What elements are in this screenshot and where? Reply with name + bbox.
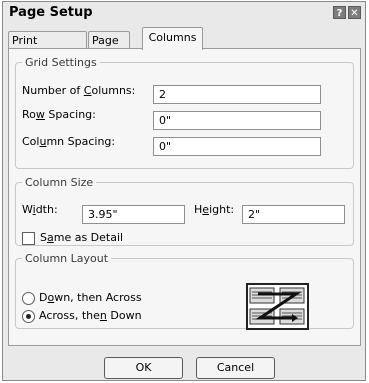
cancel-button[interactable]: Cancel [196, 357, 275, 379]
grid-settings-group: Grid Settings Number of Columns: Row Spa… [15, 56, 354, 169]
down-then-across-radio[interactable] [22, 292, 35, 305]
same-as-detail-label: Same as Detail [40, 231, 124, 244]
column-layout-group: Column Layout Down, then Across Across, … [15, 252, 354, 330]
column-layout-legend: Column Layout [25, 252, 109, 265]
tab-print-options[interactable]: Print Options [8, 31, 87, 64]
same-as-detail-checkbox[interactable] [22, 232, 35, 245]
column-size-legend: Column Size [25, 176, 94, 189]
grid-settings-legend: Grid Settings [25, 56, 97, 69]
column-size-group: Column Size Width: Height: Same as Detai… [15, 176, 354, 246]
ok-button[interactable]: OK [104, 357, 183, 379]
layout-preview-graphic [249, 287, 305, 325]
width-label: Width: [22, 203, 58, 216]
height-input[interactable] [242, 205, 345, 224]
down-then-across-label: Down, then Across [39, 291, 142, 304]
row-spacing-label: Row Spacing: [22, 108, 96, 121]
tab-columns[interactable]: Columns [142, 27, 203, 50]
title-bar: Page Setup ? ✕ [3, 2, 365, 24]
across-then-down-icon [246, 283, 309, 330]
height-label: Height: [194, 203, 235, 216]
number-of-columns-label: Number of Columns: [22, 84, 136, 97]
tab-page[interactable]: Page [88, 31, 130, 49]
across-then-down-radio[interactable] [22, 310, 35, 323]
across-then-down-label: Across, then Down [39, 309, 142, 322]
column-spacing-input[interactable] [153, 137, 321, 156]
close-button[interactable]: ✕ [348, 6, 361, 19]
column-spacing-label: Column Spacing: [22, 135, 116, 148]
number-of-columns-input[interactable] [153, 85, 321, 104]
radio-selected-dot [26, 314, 31, 319]
help-button[interactable]: ? [333, 6, 346, 19]
page-setup-dialog: Page Setup ? ✕ Print Options Page Column… [2, 1, 366, 381]
tab-columns-label: Columns [148, 31, 197, 44]
tab-page-label: Page [92, 34, 119, 47]
row-spacing-input[interactable] [153, 111, 321, 130]
width-input[interactable] [82, 205, 185, 224]
columns-tab-panel: Grid Settings Number of Columns: Row Spa… [8, 48, 361, 346]
dialog-title: Page Setup [9, 5, 93, 20]
